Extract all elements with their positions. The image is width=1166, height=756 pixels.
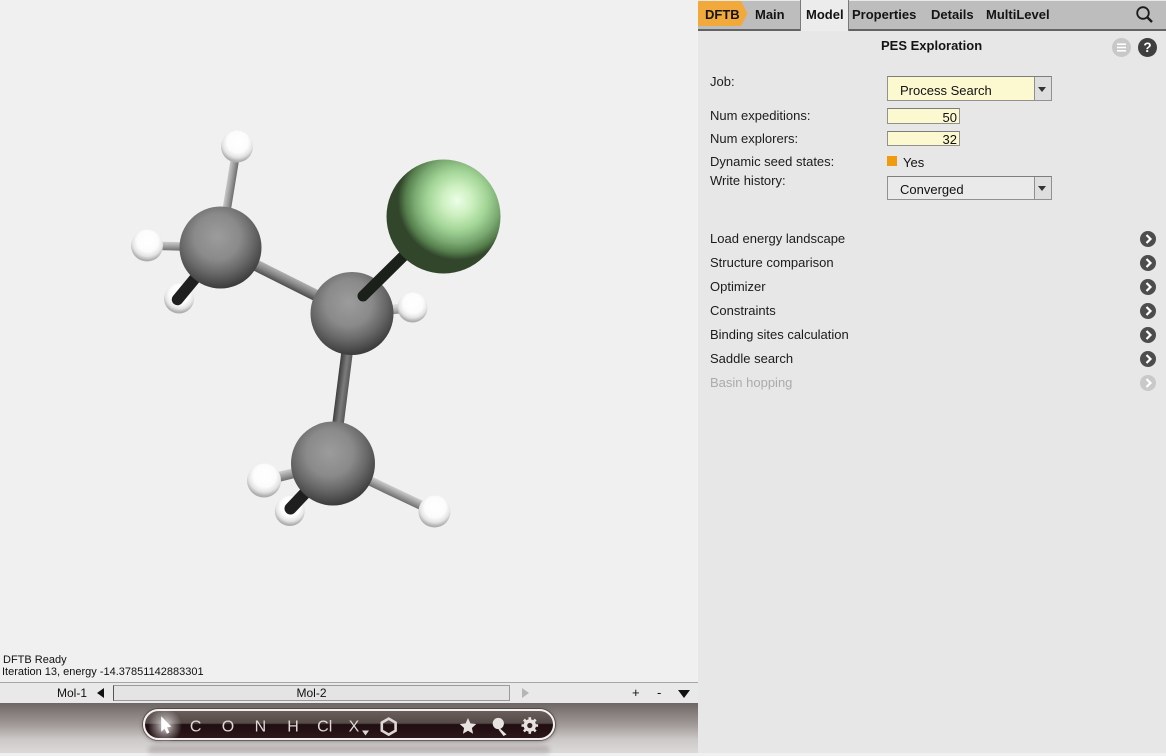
svg-text:O: O	[222, 719, 234, 736]
svg-text:N: N	[255, 719, 267, 736]
svg-text:Cl: Cl	[317, 719, 332, 736]
svg-text:X: X	[349, 719, 360, 736]
svg-text:H: H	[287, 719, 299, 736]
svg-text:?: ?	[1143, 40, 1151, 55]
svg-text:C: C	[190, 719, 202, 736]
